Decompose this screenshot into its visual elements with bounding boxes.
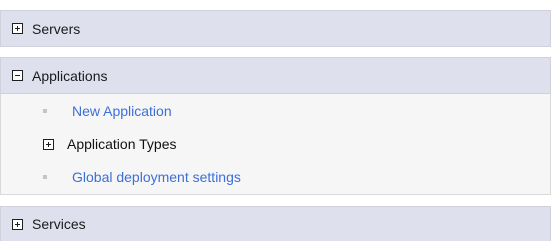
expand-icon[interactable] <box>12 23 23 34</box>
global-deployment-settings-link[interactable]: Global deployment settings <box>72 169 241 185</box>
section-header-services[interactable]: Services <box>0 206 551 241</box>
applications-menu: New Application Application Types Global… <box>0 94 551 195</box>
section-label: Servers <box>32 20 81 37</box>
expand-icon[interactable] <box>43 138 54 150</box>
section-header-applications[interactable]: Applications <box>0 57 551 94</box>
bullet-icon <box>43 109 47 113</box>
navigation-tree: Servers Applications New Application App… <box>0 0 557 241</box>
collapse-icon[interactable] <box>12 70 23 81</box>
section-label: Services <box>32 216 86 232</box>
new-application-link[interactable]: New Application <box>72 103 172 119</box>
menu-item-global-deployment-settings[interactable]: Global deployment settings <box>1 167 541 187</box>
section-label: Applications <box>32 67 108 84</box>
menu-item-new-application[interactable]: New Application <box>1 101 541 121</box>
section-header-servers[interactable]: Servers <box>0 10 551 47</box>
application-types-label[interactable]: Application Types <box>67 136 176 152</box>
menu-item-application-types[interactable]: Application Types <box>1 134 541 154</box>
expand-icon[interactable] <box>12 218 23 230</box>
bullet-icon <box>43 175 47 179</box>
